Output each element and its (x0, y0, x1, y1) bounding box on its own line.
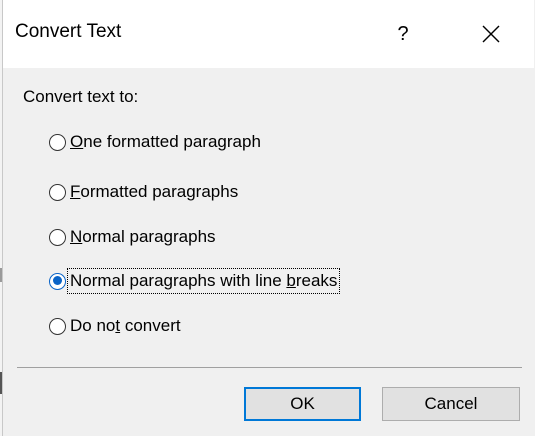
option-label: Normal paragraphs with line breaks (66, 268, 341, 294)
ok-button[interactable]: OK (244, 387, 361, 421)
divider (17, 367, 522, 368)
option-label: Do not convert (70, 316, 181, 335)
radio-button[interactable] (49, 183, 66, 201)
radio-button-selected[interactable] (49, 272, 66, 290)
radio-button[interactable] (49, 317, 66, 335)
option-label: Formatted paragraphs (70, 182, 239, 201)
cancel-button[interactable]: Cancel (382, 387, 520, 421)
dialog-title: Convert Text (15, 21, 122, 42)
radio-button[interactable] (49, 133, 66, 151)
close-icon (482, 25, 500, 43)
option-normal-paragraphs[interactable]: Normal paragraphs (49, 224, 217, 250)
help-button[interactable]: ? (381, 12, 425, 56)
option-formatted-paragraphs[interactable]: Formatted paragraphs (49, 179, 239, 205)
screen: Convert Text ? Convert text to: One form… (0, 0, 535, 436)
radio-button[interactable] (49, 228, 66, 246)
close-button[interactable] (469, 12, 513, 56)
option-label: Normal paragraphs (70, 227, 216, 246)
option-do-not-convert[interactable]: Do not convert (49, 313, 182, 339)
convert-prompt-label: Convert text to: (23, 87, 139, 106)
option-one-formatted-paragraph[interactable]: One formatted paragraph (49, 129, 262, 155)
option-normal-paragraphs-with-line-breaks[interactable]: Normal paragraphs with line breaks (49, 268, 341, 294)
convert-text-dialog: Convert Text ? Convert text to: One form… (2, 0, 535, 436)
option-label: One formatted paragraph (70, 132, 261, 151)
title-bar: Convert Text ? (3, 0, 534, 68)
